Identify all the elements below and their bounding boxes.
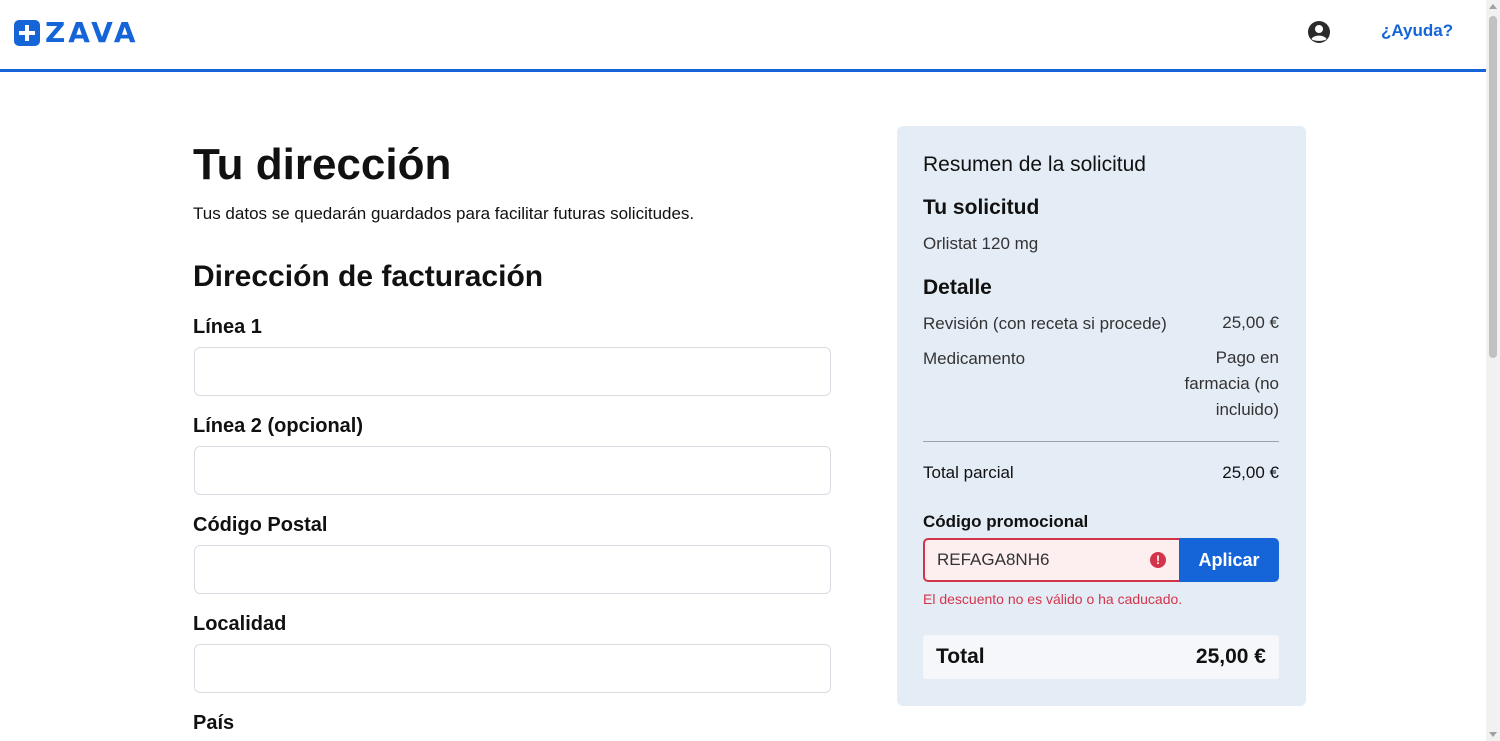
- total-value: 25,00 €: [1195, 645, 1266, 668]
- detail-line-label: Medicamento: [923, 349, 1026, 368]
- summary-divider: [923, 441, 1279, 442]
- postal-code-label: Código Postal: [193, 514, 328, 536]
- summary-title: Resumen de la solicitud: [923, 153, 1146, 176]
- city-input[interactable]: [194, 644, 831, 693]
- detail-heading: Detalle: [923, 276, 992, 299]
- detail-line-label: Revisión (con receta si procede): [923, 314, 1167, 333]
- logo-text: ZAVA: [45, 16, 139, 49]
- apply-promo-button[interactable]: Aplicar: [1179, 538, 1279, 582]
- detail-line-value: Pago en farmacia (no incluido): [1184, 348, 1279, 419]
- page-scrollbar[interactable]: [1486, 0, 1500, 741]
- error-icon: !: [1150, 552, 1166, 568]
- address-line2-label: Línea 2 (opcional): [193, 415, 364, 437]
- promo-error-message: El descuento no es válido o ha caducado.: [923, 591, 1183, 607]
- promo-code-label: Código promocional: [923, 512, 1089, 531]
- plus-icon: [14, 20, 40, 46]
- zava-logo[interactable]: ZAVA: [14, 19, 139, 47]
- country-label: País: [193, 712, 235, 734]
- postal-code-input[interactable]: [194, 545, 831, 594]
- scroll-down-arrow-icon[interactable]: [1489, 732, 1497, 737]
- request-item: Orlistat 120 mg: [923, 234, 1039, 253]
- city-label: Localidad: [193, 613, 287, 635]
- top-header: ZAVA ¿Ayuda?: [0, 0, 1486, 72]
- scroll-up-arrow-icon[interactable]: [1489, 4, 1497, 9]
- order-summary-card: Resumen de la solicitud Tu solicitud Orl…: [897, 126, 1306, 706]
- request-heading: Tu solicitud: [923, 196, 1040, 219]
- promo-code-input[interactable]: [923, 538, 1180, 582]
- subtotal-value: 25,00 €: [1222, 463, 1279, 482]
- grand-total-row: Total 25,00 €: [923, 635, 1279, 679]
- billing-address-title: Dirección de facturación: [193, 260, 544, 293]
- total-label: Total: [936, 645, 985, 668]
- page-subtitle: Tus datos se quedarán guardados para fac…: [193, 204, 695, 223]
- address-line1-input[interactable]: [194, 347, 831, 396]
- page-title: Tu dirección: [193, 140, 452, 189]
- detail-line-value: 25,00 €: [1222, 313, 1279, 332]
- subtotal-label: Total parcial: [923, 463, 1014, 482]
- help-link[interactable]: ¿Ayuda?: [1381, 21, 1453, 41]
- scrollbar-thumb[interactable]: [1489, 16, 1497, 358]
- address-line1-label: Línea 1: [193, 316, 262, 338]
- address-line2-input[interactable]: [194, 446, 831, 495]
- account-icon[interactable]: [1307, 20, 1331, 44]
